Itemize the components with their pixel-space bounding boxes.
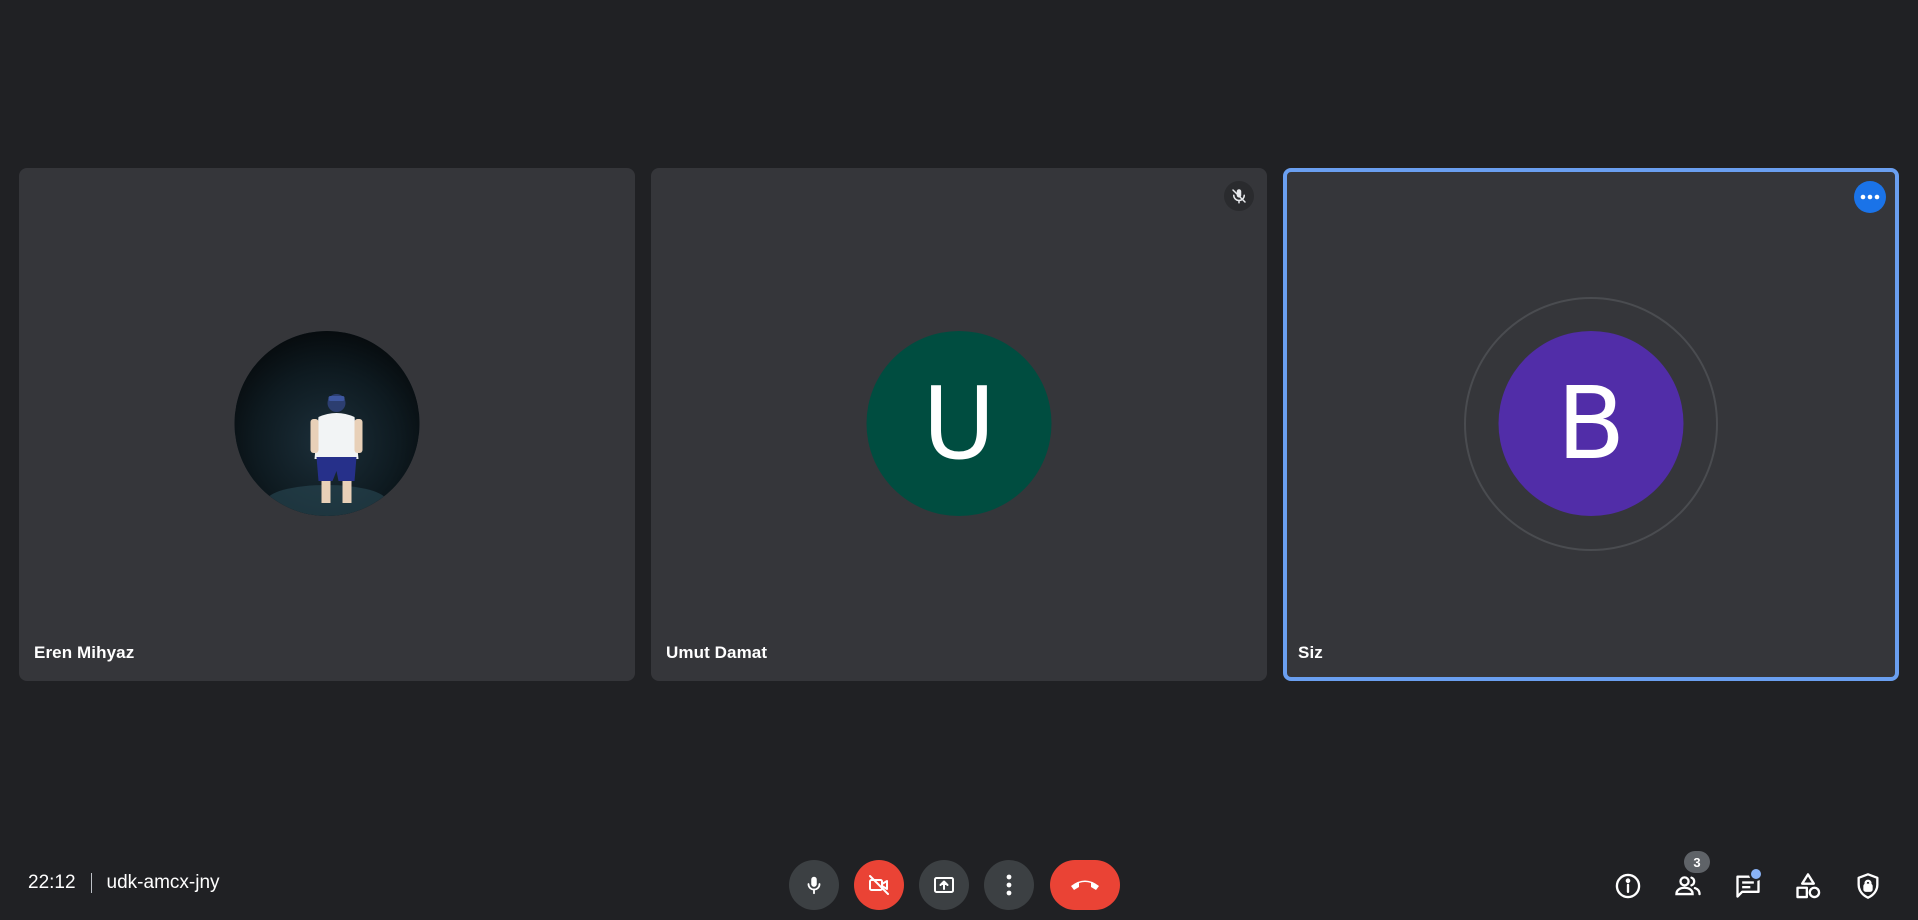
people-icon bbox=[1675, 876, 1701, 896]
present-button[interactable] bbox=[919, 860, 969, 910]
hangup-icon bbox=[1071, 880, 1099, 890]
mic-icon bbox=[807, 876, 821, 895]
leave-call-button[interactable] bbox=[1050, 860, 1120, 910]
mic-button[interactable] bbox=[789, 860, 839, 910]
host-controls-button[interactable] bbox=[1844, 862, 1892, 910]
meeting-details: 22:12 udk-amcx-jny bbox=[28, 872, 220, 894]
side-controls: 3 bbox=[1592, 851, 1892, 910]
participant-avatar-photo bbox=[234, 331, 420, 516]
people-count-badge: 3 bbox=[1684, 851, 1710, 873]
meeting-time: 22:12 bbox=[28, 872, 76, 893]
participant-avatar-initial: U bbox=[866, 331, 1052, 516]
participant-name: Umut Damat bbox=[666, 643, 768, 662]
camera-button[interactable] bbox=[854, 860, 904, 910]
participant-tile-umut[interactable]: U Umut Damat bbox=[651, 168, 1267, 681]
activities-icon bbox=[1796, 873, 1821, 899]
more-vert-icon bbox=[1006, 874, 1012, 896]
unread-dot bbox=[1749, 867, 1763, 881]
person-photo-image bbox=[234, 331, 420, 516]
divider bbox=[90, 873, 92, 893]
participant-name: Siz bbox=[1298, 643, 1323, 662]
camera-off-icon bbox=[869, 875, 889, 895]
people-button[interactable]: 3 bbox=[1664, 851, 1712, 910]
more-options-button[interactable] bbox=[984, 860, 1034, 910]
activities-button[interactable] bbox=[1784, 862, 1832, 910]
participant-avatar-initial: B bbox=[1498, 331, 1684, 516]
info-icon bbox=[1615, 873, 1641, 899]
meeting-details-button[interactable] bbox=[1604, 862, 1652, 910]
more-horiz-icon[interactable] bbox=[1854, 181, 1886, 213]
meeting-code: udk-amcx-jny bbox=[106, 872, 220, 893]
shield-lock-icon bbox=[1857, 873, 1879, 899]
participant-name: Eren Mihyaz bbox=[34, 643, 135, 662]
present-icon bbox=[934, 877, 954, 893]
participant-tile-eren[interactable]: Eren Mihyaz bbox=[19, 168, 635, 681]
call-controls bbox=[789, 860, 1135, 910]
mic-off-icon bbox=[1224, 181, 1254, 211]
meet-call-screen: Eren Mihyaz U Umut Damat B Siz 22:12 udk… bbox=[0, 0, 1918, 920]
participant-tile-self[interactable]: B Siz bbox=[1283, 168, 1899, 681]
chat-button[interactable] bbox=[1724, 862, 1772, 910]
